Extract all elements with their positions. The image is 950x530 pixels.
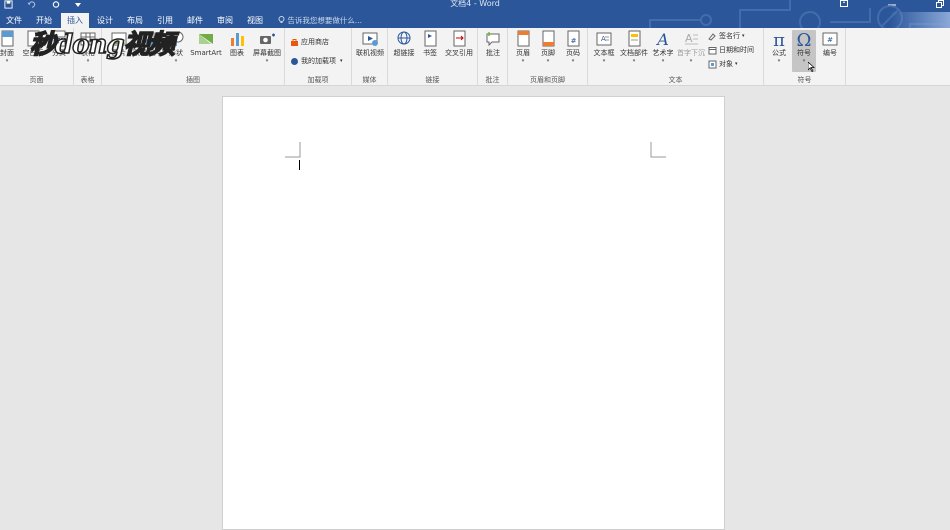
textbox-icon: A [596, 32, 612, 46]
group-comments: 批注 批注 [478, 28, 508, 86]
chevron-down-icon: ▾ [742, 33, 745, 39]
drop-cap-icon: A [685, 32, 698, 45]
header-button[interactable]: 页眉 ▾ [512, 30, 534, 64]
footer-icon [542, 30, 555, 47]
chevron-down-icon: ▾ [340, 58, 343, 64]
chart-icon [231, 33, 244, 46]
drop-cap-button[interactable]: A 首字下沉 ▾ [676, 30, 706, 64]
svg-text:Ω: Ω [797, 30, 812, 48]
group-label-header-footer: 页眉和页脚 [530, 76, 565, 84]
group-addins: 应用商店 我的加载项 ▾ 加载项 [285, 28, 352, 86]
symbol-omega-icon: Ω [797, 30, 812, 48]
symbol-button[interactable]: Ω 符号 ▾ [792, 30, 816, 72]
hyperlink-icon [397, 31, 411, 45]
lightbulb-icon [278, 16, 287, 25]
group-links: 超链接 书签 交叉引用 链接 [388, 28, 478, 86]
svg-text:A: A [655, 30, 669, 48]
svg-text:A: A [601, 35, 606, 43]
cover-page-button[interactable]: 封面 ▾ [0, 30, 18, 64]
group-label-illustrations: 插图 [186, 76, 200, 84]
text-cursor [299, 160, 300, 170]
group-label-symbols: 符号 [797, 76, 812, 84]
page-number-icon: # [567, 30, 580, 47]
mouse-cursor-icon [808, 62, 815, 72]
group-text: A 文本框 ▾ 文档部件 ▾ A 艺术字 ▾ A 首字下沉 ▾ 签名行 ▾ 日期和时间 … [588, 28, 764, 86]
cross-reference-icon [453, 30, 466, 47]
comment-icon [486, 32, 500, 47]
margin-corner-top-right [650, 142, 666, 158]
my-addins-button[interactable]: 我的加载项 ▾ [290, 56, 343, 66]
screenshot-icon [260, 33, 275, 44]
chevron-down-icon: ▾ [735, 61, 738, 67]
cross-reference-button[interactable]: 交叉引用 [442, 30, 476, 58]
svg-text:#: # [571, 37, 577, 45]
tab-mailings[interactable]: 邮件 [181, 13, 209, 28]
document-workspace [0, 86, 950, 530]
group-header-footer: 页眉 ▾ 页脚 ▾ # 页码 ▾ 页眉和页脚 [508, 28, 588, 86]
group-label-media: 媒体 [362, 76, 377, 84]
group-label-pages: 页面 [29, 76, 44, 84]
store-button[interactable]: 应用商店 [290, 37, 329, 47]
tab-view[interactable]: 视图 [241, 13, 269, 28]
date-time-icon [708, 46, 717, 55]
tabs-highlight [890, 12, 950, 28]
quick-parts-icon [628, 30, 641, 47]
header-icon [517, 30, 530, 47]
textbox-button[interactable]: A 文本框 ▾ [590, 30, 618, 64]
group-symbols: π 公式 ▾ Ω 符号 ▾ # 编号 符号 [764, 28, 846, 86]
page-number-button[interactable]: # 页码 ▾ [562, 30, 584, 64]
tab-file[interactable]: 文件 [0, 13, 28, 28]
margin-corner-top-left [285, 142, 301, 158]
group-label-tables: 表格 [80, 76, 95, 84]
tell-me-box[interactable]: 告诉我您想要做什么... [278, 13, 362, 28]
date-time-button[interactable]: 日期和时间 [708, 45, 754, 55]
document-page[interactable] [222, 96, 725, 530]
hyperlink-button[interactable]: 超链接 [390, 30, 418, 58]
wordart-button[interactable]: A 艺术字 ▾ [650, 30, 676, 64]
footer-button[interactable]: 页脚 ▾ [537, 30, 559, 64]
store-icon [290, 38, 299, 47]
group-label-addins: 加载项 [307, 76, 329, 84]
numbering-icon: # [822, 32, 838, 46]
comment-button[interactable]: 批注 [482, 30, 504, 58]
signature-line-icon [708, 32, 717, 41]
my-addins-icon [290, 57, 299, 66]
quick-parts-button[interactable]: 文档部件 ▾ [618, 30, 650, 64]
screenshot-button[interactable]: 屏幕截图 ▾ [250, 30, 284, 64]
smartart-button[interactable]: SmartArt [188, 30, 224, 58]
tell-me-placeholder: 告诉我您想要做什么... [287, 16, 363, 25]
group-label-text: 文本 [668, 76, 683, 84]
svg-text:A: A [685, 32, 693, 45]
equation-button[interactable]: π 公式 ▾ [768, 30, 790, 64]
tab-review[interactable]: 审阅 [211, 13, 239, 28]
bookmark-button[interactable]: 书签 [420, 30, 440, 58]
object-button[interactable]: 对象 ▾ [708, 59, 738, 69]
smartart-icon [199, 34, 213, 44]
online-video-button[interactable]: 联机视频 [353, 30, 387, 58]
equation-icon: π [773, 30, 785, 48]
group-label-links: 链接 [425, 76, 440, 84]
group-label-comments: 批注 [485, 76, 500, 84]
svg-text:#: # [827, 36, 833, 44]
watermark-logo: 秒dong视频 [29, 29, 175, 61]
chart-button[interactable]: 图表 [226, 30, 248, 58]
cover-page-icon [1, 30, 14, 47]
object-icon [708, 60, 717, 69]
numbering-button[interactable]: # 编号 [818, 30, 842, 58]
svg-text:π: π [773, 30, 785, 48]
group-media: 联机视频 媒体 [352, 28, 388, 86]
bookmark-icon [424, 30, 437, 47]
signature-line-button[interactable]: 签名行 ▾ [708, 31, 745, 41]
online-video-icon [362, 32, 378, 46]
wordart-icon: A [655, 30, 669, 48]
